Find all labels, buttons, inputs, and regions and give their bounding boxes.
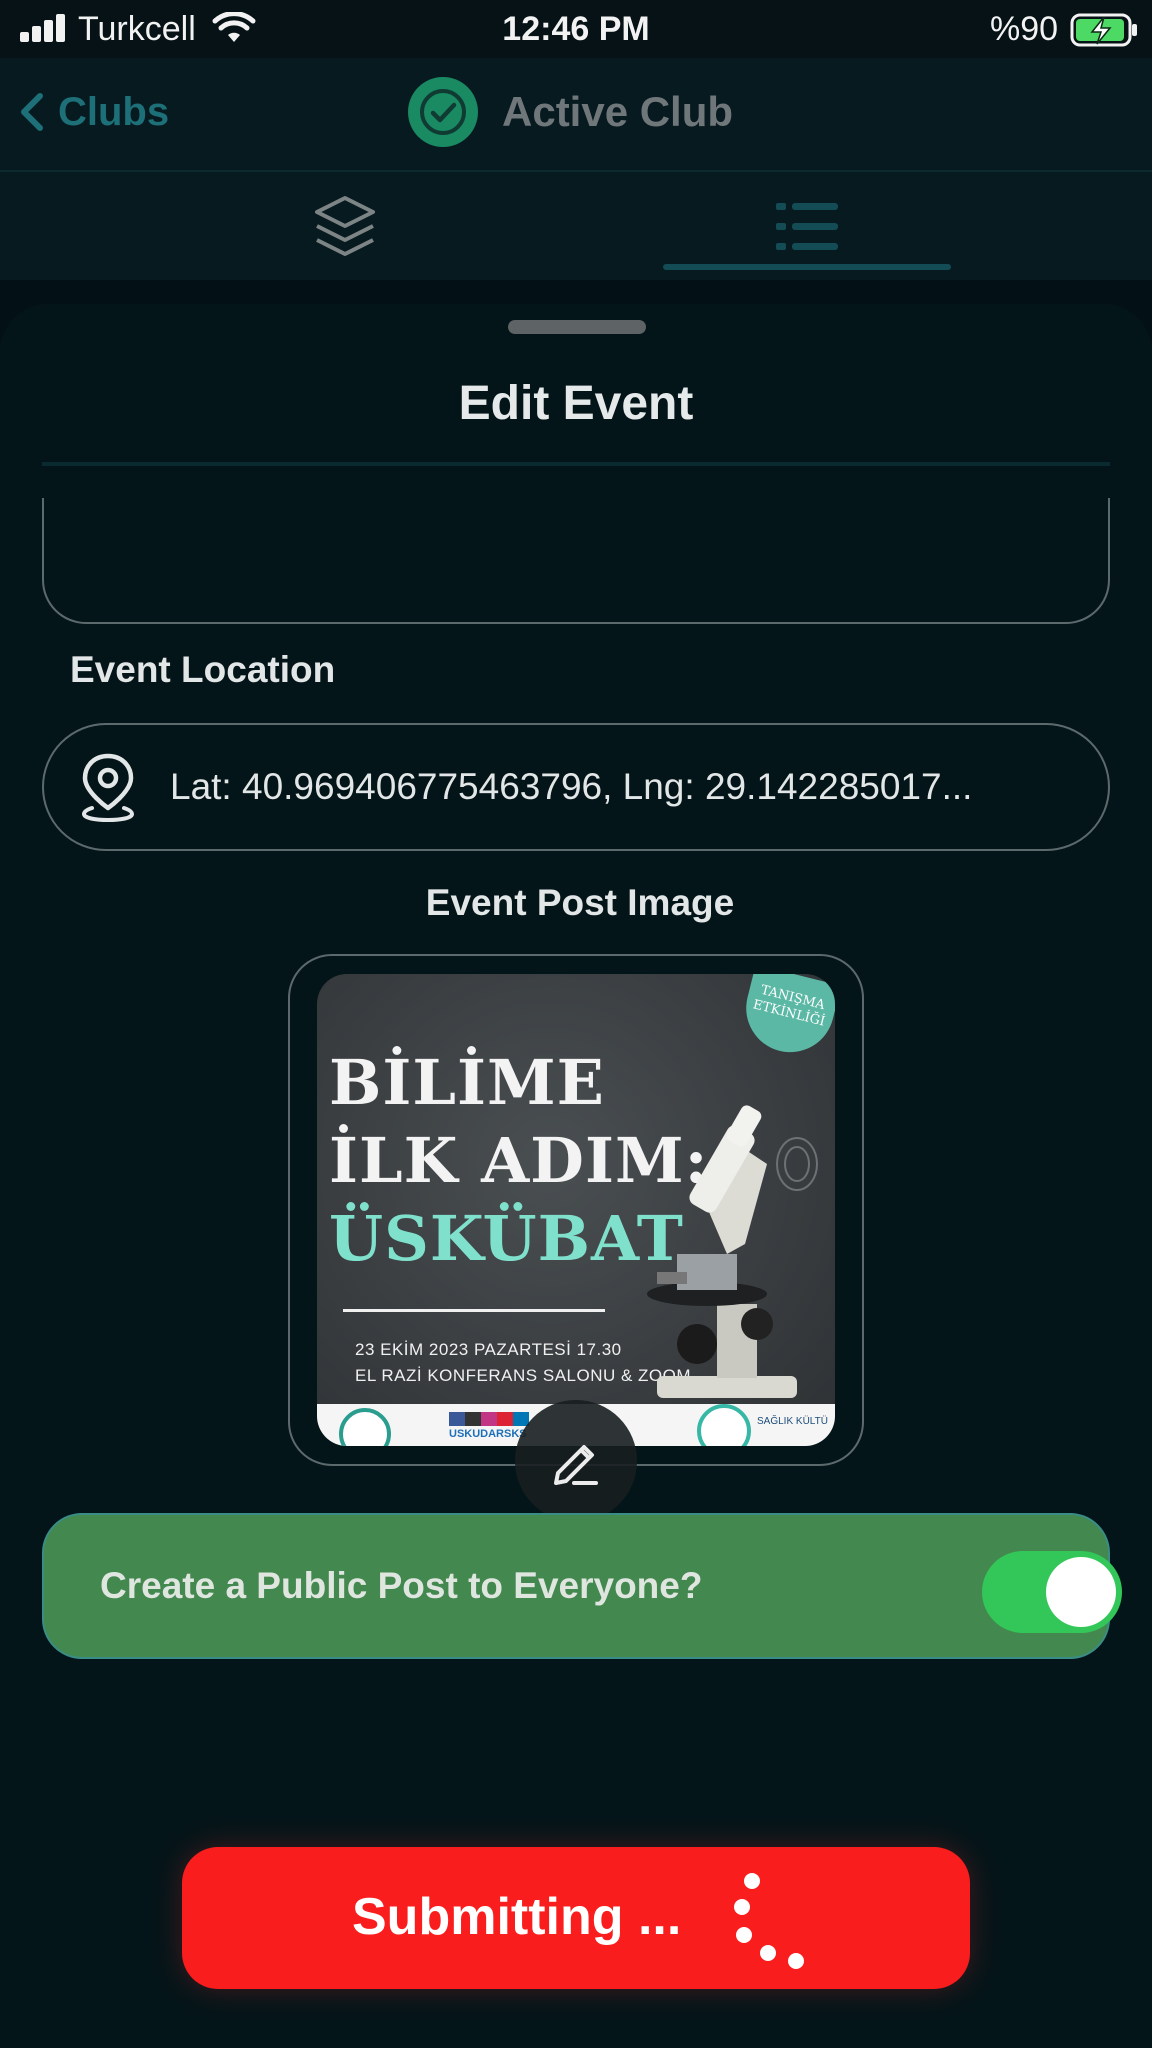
clock: 12:46 PM [502, 10, 650, 48]
event-post-image[interactable]: BİLİME İLK ADIM: ÜSKÜBAT 23 EKİM 2023 PA… [317, 974, 835, 1446]
tab-list[interactable] [663, 172, 951, 282]
status-bar: Turkcell 12:46 PM %90 [0, 0, 1152, 58]
page-title: Active Club [502, 88, 734, 135]
poster-logo-left [339, 1408, 391, 1446]
public-post-card: Create a Public Post to Everyone? [42, 1513, 1122, 1659]
toggle-knob [1046, 1557, 1116, 1627]
layers-icon [315, 196, 375, 256]
sheet-title: Edit Event [458, 377, 694, 430]
battery-percent: %90 [990, 10, 1059, 48]
submit-button-label: Submitting ... [352, 1888, 682, 1946]
edit-image-button[interactable] [515, 1400, 637, 1522]
divider [42, 462, 1110, 466]
poster-footer-small: SAĞLIK KÜLTÜ [757, 1416, 828, 1427]
check-circle-icon [408, 77, 478, 147]
poster-social-icons [449, 1412, 529, 1426]
location-value: Lat: 40.969406775463796, Lng: 29.1422850… [170, 766, 973, 807]
event-description-field[interactable] [42, 498, 1110, 624]
event-image-label: Event Post Image [425, 882, 735, 923]
event-location-field[interactable]: Lat: 40.969406775463796, Lng: 29.1422850… [42, 723, 1110, 851]
tab-bar [0, 170, 1152, 280]
poster-heading-line1: BİLİME [329, 1046, 605, 1119]
pencil-icon [554, 1445, 598, 1485]
microscope-image [647, 1105, 797, 1398]
poster-date: 23 EKİM 2023 PAZARTESİ 17.30 [355, 1340, 622, 1359]
poster-heading-line3: ÜSKÜBAT [329, 1202, 684, 1275]
nav-title-group: Active Club [408, 74, 733, 150]
poster-logo-right [697, 1404, 751, 1446]
event-location-label: Event Location [70, 649, 336, 690]
battery-charging-icon [1070, 13, 1137, 47]
list-icon [776, 203, 838, 250]
poster-badge: TANIŞMA ETKİNLİĞİ [736, 974, 835, 1062]
poster-rule [343, 1309, 605, 1312]
back-button[interactable]: Clubs [14, 82, 169, 142]
edit-event-sheet: Edit Event Event Location Lat: 40.969406… [0, 304, 1152, 2048]
poster-footer-name: USKUDARSKS [449, 1428, 527, 1440]
nav-header: Clubs Active Club [0, 58, 1152, 170]
tab-layers[interactable] [230, 172, 460, 282]
location-pin-icon [81, 753, 135, 822]
public-post-label: Create a Public Post to Everyone? [100, 1565, 703, 1606]
active-tab-indicator [663, 264, 951, 270]
submit-button[interactable]: Submitting ... [182, 1847, 970, 1989]
back-button-label: Clubs [58, 89, 170, 134]
sheet-drag-handle[interactable] [508, 320, 646, 334]
loading-spinner-icon [734, 1873, 804, 1969]
public-post-toggle[interactable] [982, 1551, 1122, 1633]
chevron-left-icon [21, 93, 43, 131]
